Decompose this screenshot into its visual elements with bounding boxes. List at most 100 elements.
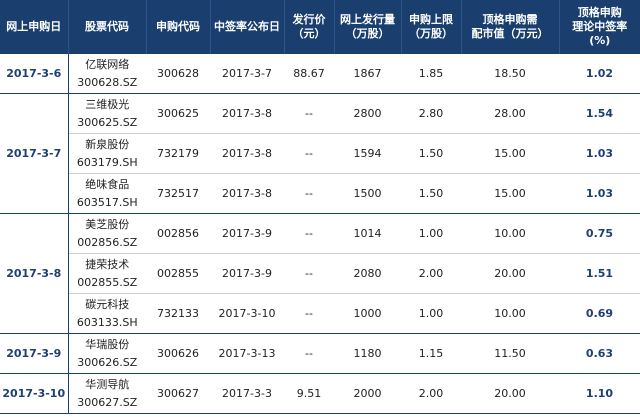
online-volume-cell: 1000 [334,293,401,334]
theoretical-rate-cell: 1.51 [559,253,640,294]
issue-price-cell: 9.51 [284,373,334,414]
col-header-required-market-value: 顶格申购需 配市值（万元） [461,0,560,54]
announce-date-cell: 2017-3-9 [210,253,284,294]
stock-name: 华测导航 [85,377,130,391]
required-market-value-cell: 10.00 [461,293,559,334]
stock-name: 碳元科技 [85,297,130,311]
stock-cell: 碳元科技 603133.SH [68,293,146,334]
header-row: 网上申购日 股票代码 申购代码 中签率公布日 发行价 （元） 网上发行量 （万股） 申购上限 （万… [0,0,640,54]
subscription-limit-cell: 1.00 [401,213,461,254]
col-header-online-volume: 网上发行量 （万股） [334,0,402,54]
stock-code: 300627.SZ [77,395,138,409]
stock-code: 300625.SZ [77,115,138,129]
stock-cell: 华瑞股份 300626.SZ [68,333,146,374]
required-market-value-cell: 18.50 [461,54,559,94]
stock-code: 300626.SZ [77,355,138,369]
table-row: 新泉股份 603179.SH 732179 2017-3-8 -- 1594 1.50 15.… [0,133,640,174]
stock-code: 300628.SZ [77,75,138,89]
announce-date-cell: 2017-3-7 [210,54,284,94]
subscription-limit-cell: 1.85 [401,54,461,94]
ipo-schedule-table: 网上申购日 股票代码 申购代码 中签率公布日 发行价 （元） 网上发行量 （万股） 申购上限 （万… [0,0,640,414]
subscription-code-cell: 300628 [146,54,210,94]
announce-date-cell: 2017-3-9 [210,213,284,254]
subscription-code-cell: 300627 [146,373,210,414]
theoretical-rate-cell: 1.10 [559,373,640,414]
issue-price-cell: -- [284,213,334,254]
table-row: 碳元科技 603133.SH 732133 2017-3-10 -- 1000 1.00 10… [0,293,640,334]
subscription-code-cell: 732517 [146,173,210,214]
online-volume-cell: 2000 [334,373,401,414]
theoretical-rate-cell: 0.69 [559,293,640,334]
required-market-value-cell: 20.00 [461,253,559,294]
subscription-date-cell: 2017-3-10 [0,373,69,414]
theoretical-rate-cell: 0.75 [559,213,640,254]
col-header-subscription-date: 网上申购日 [0,0,69,54]
announce-date-cell: 2017-3-8 [210,173,284,214]
online-volume-cell: 2080 [334,253,401,294]
col-header-subscription-limit: 申购上限 （万股） [401,0,462,54]
issue-price-cell: -- [284,173,334,214]
stock-cell: 绝味食品 603517.SH [68,173,146,214]
theoretical-rate-cell: 1.02 [559,54,640,94]
table-row: 绝味食品 603517.SH 732517 2017-3-8 -- 1500 1.50 15.… [0,173,640,214]
table-row: 捷荣技术 002855.SZ 002855 2017-3-9 -- 2080 2.00 20.… [0,253,640,294]
subscription-code-cell: 002856 [146,213,210,254]
stock-name: 绝味食品 [85,177,130,191]
issue-price-cell: -- [284,293,334,334]
online-volume-cell: 1500 [334,173,401,214]
online-volume-cell: 1014 [334,213,401,254]
subscription-date-cell: 2017-3-7 [0,93,69,214]
stock-code: 603517.SH [76,195,138,209]
theoretical-rate-cell: 1.54 [559,93,640,134]
online-volume-cell: 1180 [334,333,401,374]
theoretical-rate-cell: 1.03 [559,133,640,174]
stock-code: 603133.SH [76,315,138,329]
table-row: 2017-3-8 美芝股份 002856.SZ 002856 2017-3-9 -- 101… [0,213,640,334]
stock-cell: 华测导航 300627.SZ [68,373,146,414]
stock-name: 亿联网络 [85,57,130,71]
required-market-value-cell: 10.00 [461,213,559,254]
stock-cell: 捷荣技术 002855.SZ [68,253,146,294]
theoretical-rate-cell: 1.03 [559,173,640,214]
announce-date-cell: 2017-3-8 [210,133,284,174]
subscription-limit-cell: 2.80 [401,93,461,134]
stock-name: 华瑞股份 [85,337,130,351]
table-row: 2017-3-7 三维极光 300625.SZ 300625 2017-3-8 -- 280… [0,93,640,214]
subscription-date-cell: 2017-3-9 [0,333,69,374]
stock-code: 603179.SH [76,155,138,169]
col-header-issue-price: 发行价 （元） [284,0,335,54]
subscription-limit-cell: 1.50 [401,173,461,214]
issue-price-cell: -- [284,333,334,374]
table-row: 2017-3-9 华瑞股份 300626.SZ 300626 2017-3-13 -- 11… [0,333,640,374]
stock-code: 002855.SZ [77,275,138,289]
col-header-stock-code: 股票代码 [68,0,147,54]
announce-date-cell: 2017-3-8 [210,93,284,134]
stock-cell: 新泉股份 603179.SH [68,133,146,174]
table-body: 2017-3-6 亿联网络 300628.SZ 300628 2017-3-7 88.67… [0,54,640,414]
required-market-value-cell: 11.50 [461,333,559,374]
issue-price-cell: -- [284,93,334,134]
issue-price-cell: 88.67 [284,54,334,94]
stock-cell: 三维极光 300625.SZ [68,93,146,134]
announce-date-cell: 2017-3-10 [210,293,284,334]
subscription-limit-cell: 2.00 [401,373,461,414]
required-market-value-cell: 20.00 [461,373,559,414]
stock-name: 美芝股份 [85,217,130,231]
subscription-limit-cell: 1.50 [401,133,461,174]
required-market-value-cell: 15.00 [461,133,559,174]
required-market-value-cell: 15.00 [461,173,559,214]
issue-price-cell: -- [284,133,334,174]
subscription-limit-cell: 1.15 [401,333,461,374]
subscription-code-cell: 002855 [146,253,210,294]
stock-name: 三维极光 [85,97,130,111]
theoretical-rate-cell: 0.63 [559,333,640,374]
subscription-code-cell: 732133 [146,293,210,334]
stock-cell: 亿联网络 300628.SZ [68,54,146,94]
col-header-subscription-code: 申购代码 [146,0,211,54]
table-header: 网上申购日 股票代码 申购代码 中签率公布日 发行价 （元） 网上发行量 （万股） 申购上限 （万… [0,0,640,54]
online-volume-cell: 1594 [334,133,401,174]
subscription-code-cell: 732179 [146,133,210,174]
col-header-theoretical-rate: 顶格申购 理论中签率 (%) [559,0,640,54]
required-market-value-cell: 28.00 [461,93,559,134]
issue-price-cell: -- [284,253,334,294]
